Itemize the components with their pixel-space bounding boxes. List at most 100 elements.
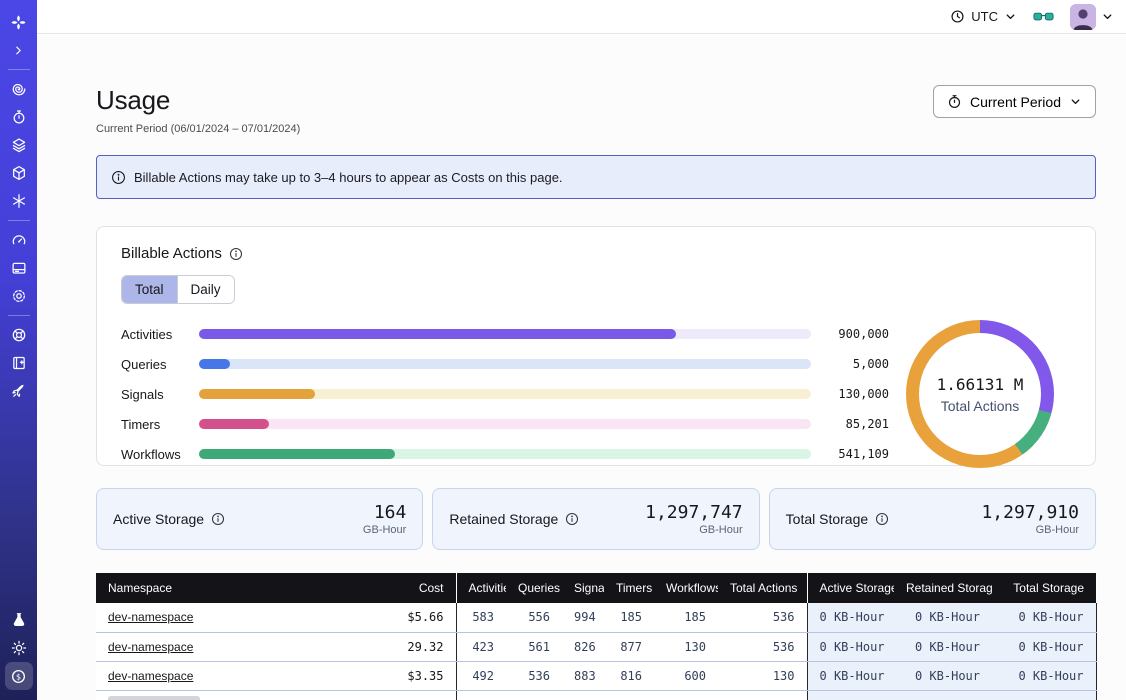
sidebar-divider	[8, 69, 30, 70]
temporal-logo[interactable]	[5, 8, 33, 36]
donut-center: 1.66131 M Total Actions	[919, 333, 1041, 455]
namespace-cell: dev-namespace	[96, 603, 376, 632]
cube-icon	[11, 165, 27, 181]
table-cell: 0 KB-Hour	[992, 603, 1096, 632]
table-cell	[654, 690, 718, 700]
banner-text: Billable Actions may take up to 3–4 hour…	[134, 170, 563, 185]
table-header-row: NamespaceCostActivitiesQueriesSignalsTim…	[96, 573, 1096, 603]
namespace-link[interactable]: dev-namespace	[108, 669, 193, 683]
topbar: UTC	[37, 0, 1126, 34]
user-menu[interactable]	[1070, 4, 1114, 30]
sidebar-support[interactable]	[5, 321, 33, 349]
column-header-activities: Activities	[456, 573, 506, 603]
sidebar-usage-billing[interactable]: $	[5, 662, 33, 690]
namespace-link[interactable]: dev-namespace	[108, 640, 193, 654]
bar-label: Timers	[121, 417, 189, 432]
table-cell: 877	[604, 632, 654, 661]
sidebar-deployments[interactable]	[5, 159, 33, 187]
table-row: dev-namespace$5.665835569941851855360 KB…	[96, 603, 1096, 632]
sidebar-nexus[interactable]	[5, 187, 33, 215]
bar-row-workflows: Workflows541,109	[121, 447, 889, 462]
table-cell: 0 KB-Hour	[807, 632, 894, 661]
billable-actions-card: Billable Actions TotalDaily Activities90…	[96, 226, 1096, 466]
storage-summary-row: Active Storage164GB-HourRetained Storage…	[96, 488, 1096, 550]
table-row: dev-namespace$3.354925368838166001300 KB…	[96, 661, 1096, 690]
table-cell: 0 KB-Hour	[992, 661, 1096, 690]
table-cell: 423	[456, 632, 506, 661]
table-cell	[604, 690, 654, 700]
period-selector-button[interactable]: Current Period	[933, 85, 1096, 118]
total-actions-label: Total Actions	[941, 398, 1020, 414]
table-cell	[894, 690, 992, 700]
sidebar-schedules[interactable]	[5, 103, 33, 131]
sidebar-labs[interactable]	[5, 606, 33, 634]
bar-track	[199, 449, 811, 459]
lifebuoy-icon	[11, 327, 27, 343]
column-header-signals: Signals	[562, 573, 604, 603]
bar-value: 541,109	[823, 447, 889, 461]
chevron-down-icon	[1004, 10, 1017, 23]
info-banner: Billable Actions may take up to 3–4 hour…	[96, 155, 1096, 199]
dollar-coin-icon: $	[10, 668, 27, 685]
chevron-right-icon	[11, 43, 26, 58]
bar-value: 5,000	[823, 357, 889, 371]
info-icon	[111, 170, 126, 185]
storage-card-value: 1,297,747	[645, 502, 743, 523]
sidebar-events[interactable]	[5, 254, 33, 282]
table-cell: 994	[562, 603, 604, 632]
total-actions-donut-wrap: 1.66131 M Total Actions	[889, 320, 1071, 468]
collapse-sidebar[interactable]	[5, 36, 33, 64]
bar-row-activities: Activities900,000	[121, 327, 889, 342]
bar-track	[199, 389, 811, 399]
info-icon[interactable]	[565, 512, 579, 526]
namespace-cell: dev-namespace	[96, 632, 376, 661]
sidebar-theme-toggle[interactable]	[5, 634, 33, 662]
active-storage-card: Active Storage164GB-Hour	[96, 488, 423, 550]
glasses-icon[interactable]	[1033, 11, 1054, 23]
tab-daily[interactable]: Daily	[177, 276, 234, 303]
stopwatch-icon	[947, 94, 962, 109]
clock-icon	[950, 9, 965, 24]
bar-value: 85,201	[823, 417, 889, 431]
sidebar-release-notes[interactable]	[5, 349, 33, 377]
current-period-subtitle: Current Period (06/01/2024 – 07/01/2024)	[96, 123, 300, 135]
column-header-timers: Timers	[604, 573, 654, 603]
bar-value: 900,000	[823, 327, 889, 341]
table-row: dev-namespace29.324235618268771305360 KB…	[96, 632, 1096, 661]
sidebar-getting-started[interactable]	[5, 377, 33, 405]
sidebar-namespaces[interactable]	[5, 75, 33, 103]
tab-total[interactable]: Total	[122, 276, 177, 303]
info-icon[interactable]	[229, 247, 243, 261]
bar-row-signals: Signals130,000	[121, 387, 889, 402]
chevron-down-icon	[1101, 10, 1114, 23]
sidebar-metrics[interactable]	[5, 226, 33, 254]
info-icon[interactable]	[211, 512, 225, 526]
table-cell: 0 KB-Hour	[894, 603, 992, 632]
table-cell: $3.35	[376, 661, 456, 690]
column-header-cost: Cost	[376, 573, 456, 603]
storage-card-unit: GB-Hour	[363, 524, 406, 536]
sidebar-settings[interactable]	[5, 282, 33, 310]
table-cell: 536	[718, 632, 807, 661]
column-header-retained-storage: Retained Storage	[894, 573, 992, 603]
table-cell	[376, 690, 456, 700]
temporal-logo-icon	[10, 14, 27, 31]
billable-actions-bar-chart: Activities900,000Queries5,000Signals130,…	[121, 327, 889, 462]
table-cell: 536	[718, 603, 807, 632]
table-cell: 130	[718, 661, 807, 690]
info-icon[interactable]	[875, 512, 889, 526]
column-header-total-storage: Total Storage	[992, 573, 1096, 603]
rocket-icon	[11, 383, 27, 399]
table-cell: 185	[654, 603, 718, 632]
sidebar-batch-operations[interactable]	[5, 131, 33, 159]
billable-actions-title: Billable Actions	[121, 245, 222, 262]
table-cell: 826	[562, 632, 604, 661]
timezone-selector[interactable]: UTC	[950, 9, 1017, 24]
total-actions-value: 1.66131 M	[937, 375, 1024, 394]
page-title: Usage	[96, 85, 300, 116]
sun-icon	[11, 640, 27, 656]
table-cell: 583	[456, 603, 506, 632]
bar-fill	[199, 329, 676, 339]
namespace-link[interactable]: dev-namespace	[108, 610, 193, 624]
sidebar: $	[0, 0, 37, 700]
